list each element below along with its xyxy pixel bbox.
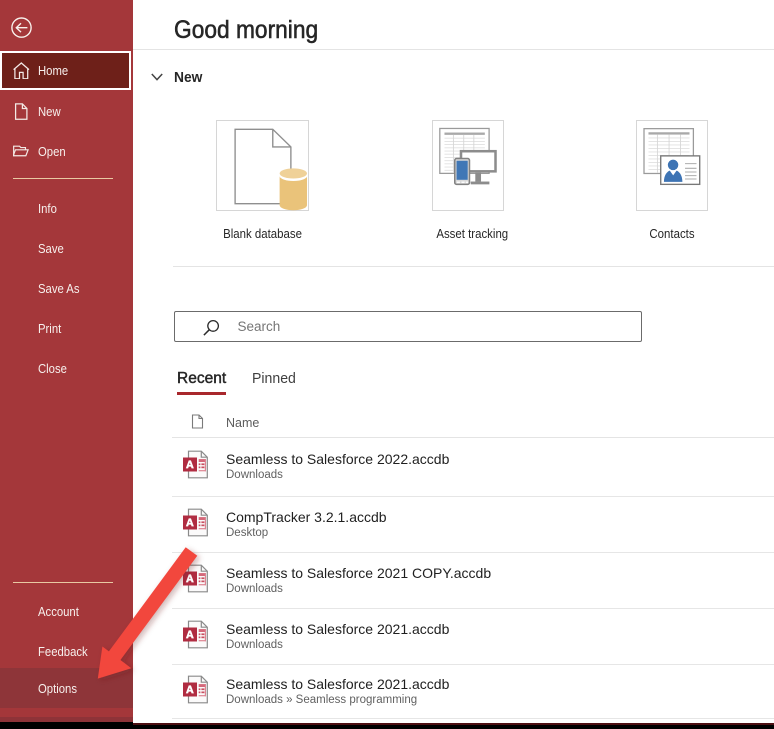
recent-file-row[interactable]: Seamless to Salesforce 2021 COPY.accdb D…	[172, 553, 774, 609]
file-location: Desktop	[226, 525, 387, 540]
search-input[interactable]	[238, 319, 618, 334]
sidebar-item-label: Feedback	[38, 644, 88, 659]
file-row-text: CompTracker 3.2.1.accdb Desktop	[226, 507, 387, 540]
new-file-icon	[13, 103, 30, 120]
contacts-icon	[636, 120, 708, 211]
asset-tracking-icon	[432, 120, 504, 211]
template-contacts[interactable]: Contacts	[636, 120, 708, 211]
search-icon	[203, 318, 220, 336]
back-button[interactable]	[11, 17, 32, 38]
sidebar-item-label: Print	[38, 321, 61, 336]
sidebar-item-new[interactable]: New	[0, 91, 133, 131]
accdb-file-icon	[183, 676, 208, 709]
new-section-header[interactable]: New	[151, 66, 204, 88]
template-label: Contacts	[640, 226, 703, 241]
sidebar-divider	[13, 178, 113, 179]
template-blank-database[interactable]: Blank database	[216, 120, 309, 211]
access-backstage: Home New Open Info Save	[0, 0, 774, 729]
column-header-name[interactable]: Name	[226, 416, 259, 430]
file-row-text: Seamless to Salesforce 2021.accdb Downlo…	[226, 620, 449, 653]
accdb-file-icon	[183, 508, 208, 541]
main-panel: Good morning New Blank database	[133, 0, 774, 723]
chevron-down-icon	[151, 73, 163, 81]
file-row-text: Seamless to Salesforce 2022.accdb Downlo…	[226, 450, 449, 483]
sidebar-item-label: Home	[38, 63, 68, 78]
file-title: Seamless to Salesforce 2021.accdb	[226, 620, 449, 638]
section-divider	[173, 266, 774, 267]
blank-database-icon	[216, 120, 309, 211]
tab-recent[interactable]: Recent	[177, 370, 226, 388]
header-divider	[133, 49, 774, 50]
file-row-text: Seamless to Salesforce 2021 COPY.accdb D…	[226, 564, 491, 597]
accdb-file-icon	[183, 564, 208, 597]
file-title: Seamless to Salesforce 2021.accdb	[226, 675, 449, 693]
file-title: CompTracker 3.2.1.accdb	[226, 507, 387, 525]
back-arrow-circle-icon	[11, 17, 32, 38]
sidebar-item-label: Open	[38, 144, 66, 159]
template-label: Blank database	[222, 226, 304, 241]
bottom-black-bar-left	[0, 722, 133, 729]
file-location: Downloads	[226, 468, 449, 483]
template-label: Asset tracking	[436, 226, 499, 241]
sidebar-item-label: New	[38, 104, 61, 119]
file-location: Downloads	[226, 582, 491, 597]
open-folder-icon	[13, 143, 30, 160]
sidebar-item-home[interactable]: Home	[0, 51, 131, 90]
sidebar-item-label: Info	[38, 201, 57, 216]
accdb-file-icon	[183, 620, 208, 653]
file-location: Downloads	[226, 638, 449, 653]
sidebar: Home New Open Info Save	[0, 0, 133, 723]
file-location: Downloads » Seamless programming	[226, 693, 449, 708]
search-box[interactable]	[174, 311, 642, 342]
file-row-text: Seamless to Salesforce 2021.accdb Downlo…	[226, 675, 449, 708]
document-icon	[191, 414, 204, 434]
file-title: Seamless to Salesforce 2021 COPY.accdb	[226, 564, 491, 582]
recent-file-row[interactable]: Seamless to Salesforce 2021.accdb Downlo…	[172, 665, 774, 720]
sidebar-item-save-as[interactable]: Save As	[0, 268, 133, 308]
sidebar-item-info[interactable]: Info	[0, 188, 133, 228]
home-icon	[13, 62, 30, 79]
template-asset-tracking[interactable]: Asset tracking	[432, 120, 504, 211]
row-divider	[172, 718, 774, 719]
sidebar-item-label: Save	[38, 241, 64, 256]
recent-file-row[interactable]: CompTracker 3.2.1.accdb Desktop	[172, 497, 774, 553]
recent-file-row[interactable]: Seamless to Salesforce 2021.accdb Downlo…	[172, 609, 774, 665]
sidebar-item-close[interactable]: Close	[0, 348, 133, 388]
greeting-heading: Good morning	[174, 16, 318, 45]
sidebar-item-feedback[interactable]: Feedback	[0, 631, 133, 671]
sidebar-item-label: Account	[38, 604, 79, 619]
sidebar-item-options[interactable]: Options	[0, 668, 133, 708]
file-title: Seamless to Salesforce 2022.accdb	[226, 450, 449, 468]
tab-pinned[interactable]: Pinned	[252, 370, 296, 387]
active-tab-underline	[177, 392, 226, 395]
sidebar-item-open[interactable]: Open	[0, 131, 133, 171]
sidebar-divider	[13, 582, 113, 583]
accdb-file-icon	[183, 451, 208, 484]
sidebar-item-print[interactable]: Print	[0, 308, 133, 348]
sidebar-item-label: Options	[38, 681, 77, 696]
sidebar-item-label: Close	[38, 361, 67, 376]
sidebar-item-account[interactable]: Account	[0, 591, 133, 631]
new-section-title: New	[174, 69, 202, 86]
recent-file-row[interactable]: Seamless to Salesforce 2022.accdb Downlo…	[172, 438, 774, 497]
bottom-black-bar	[133, 725, 774, 729]
sidebar-item-label: Save As	[38, 281, 80, 296]
sidebar-item-save[interactable]: Save	[0, 228, 133, 268]
